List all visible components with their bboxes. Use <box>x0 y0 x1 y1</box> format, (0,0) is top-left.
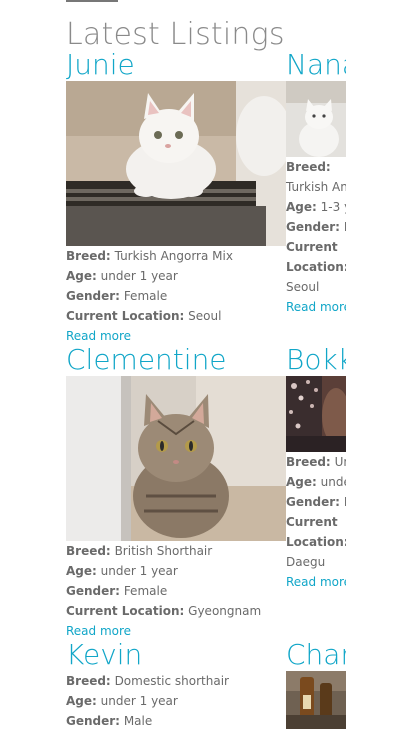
pet-photo <box>286 376 346 452</box>
listing-details: Breed: Turkish Angorra Mix Age: under 1 … <box>66 246 286 326</box>
listing-photo[interactable] <box>66 376 286 541</box>
location-label-line2: Location: <box>286 260 346 274</box>
gender-value: Female <box>123 289 168 303</box>
breed-value: Turkish Angorra Mix <box>114 249 233 263</box>
pet-photo <box>286 671 346 729</box>
location-label-line2: Location: <box>286 535 346 549</box>
gender-value: Female <box>123 584 168 598</box>
age-value: under 1 year <box>100 694 178 708</box>
location-label-line1: Current <box>286 240 338 254</box>
gender-label: Gender: <box>286 220 340 234</box>
listing-name[interactable]: Char <box>286 639 346 671</box>
location-label-line1: Current <box>286 515 338 529</box>
listing-details: Breed: British Shorthair Age: under 1 ye… <box>66 541 286 621</box>
gender-label: Gender: <box>66 714 120 728</box>
age-label: Age: <box>286 200 317 214</box>
white-cat-photo <box>66 81 286 246</box>
gender-value: M <box>344 495 346 509</box>
listing-card: Kevin Breed: Domestic shorthair Age: und… <box>66 639 286 729</box>
location-value: Gyeongnam <box>188 604 262 618</box>
location-value: Daegu <box>286 555 326 569</box>
location-value: Seoul <box>188 309 222 323</box>
listing-card: Junie Breed: Turkish Angorra Mix Age: un… <box>66 49 286 346</box>
listing-name[interactable]: Nana <box>286 49 346 81</box>
read-more-link[interactable]: Read more <box>286 572 346 592</box>
listing-photo[interactable] <box>286 671 346 729</box>
age-label: Age: <box>66 564 97 578</box>
breed-label: Breed: <box>66 544 111 558</box>
age-label: Age: <box>66 694 97 708</box>
listing-photo[interactable] <box>286 376 346 452</box>
listing-name[interactable]: Bokk <box>286 344 346 376</box>
age-label: Age: <box>286 475 317 489</box>
age-label: Age: <box>66 269 97 283</box>
listings-viewport[interactable]: Junie Breed: Turkish Angorra Mix Age: un… <box>66 0 346 729</box>
listing-card: Char <box>286 639 346 729</box>
age-value: under 1 year <box>100 269 178 283</box>
gender-label: Gender: <box>66 289 120 303</box>
age-value: under 1 year <box>100 564 178 578</box>
listing-name[interactable]: Kevin <box>66 639 286 671</box>
breed-value: Domestic shorthair <box>114 674 229 688</box>
listing-details: Breed: Unk Age: under Gender: M Current … <box>286 452 346 572</box>
listing-details: Breed: Turkish Ang Age: 1-3 ye Gender: F… <box>286 157 346 297</box>
location-label: Current Location: <box>66 604 185 618</box>
location-label: Current Location: <box>66 309 185 323</box>
age-value: under <box>320 475 346 489</box>
gender-label: Gender: <box>66 584 120 598</box>
breed-value: British Shorthair <box>114 544 213 558</box>
listing-card: Bokk Breed: Unk Age: under Gender: M Cur… <box>286 344 346 592</box>
location-value: Seoul <box>286 280 320 294</box>
breed-label: Breed: <box>286 160 331 174</box>
listing-card: Nana Breed: Turkish Ang Age: 1-3 ye Gend… <box>286 49 346 317</box>
gender-value: Fe <box>344 220 346 234</box>
gender-value: Male <box>123 714 153 728</box>
breed-value: Turkish Ang <box>286 180 346 194</box>
listing-name[interactable]: Junie <box>66 49 286 81</box>
listing-photo[interactable] <box>66 81 286 246</box>
listing-details: Breed: Domestic shorthair Age: under 1 y… <box>66 671 286 729</box>
listing-card: Clementine Breed: British Shorthair Age:… <box>66 344 286 641</box>
tabby-cat-photo <box>66 376 286 541</box>
gender-label: Gender: <box>286 495 340 509</box>
breed-label: Breed: <box>66 674 111 688</box>
white-cat-photo <box>286 81 346 157</box>
read-more-link[interactable]: Read more <box>286 297 346 317</box>
breed-value: Unk <box>334 455 346 469</box>
listing-name[interactable]: Clementine <box>66 344 286 376</box>
breed-label: Breed: <box>286 455 331 469</box>
listing-photo[interactable] <box>286 81 346 157</box>
age-value: 1-3 ye <box>320 200 346 214</box>
breed-label: Breed: <box>66 249 111 263</box>
